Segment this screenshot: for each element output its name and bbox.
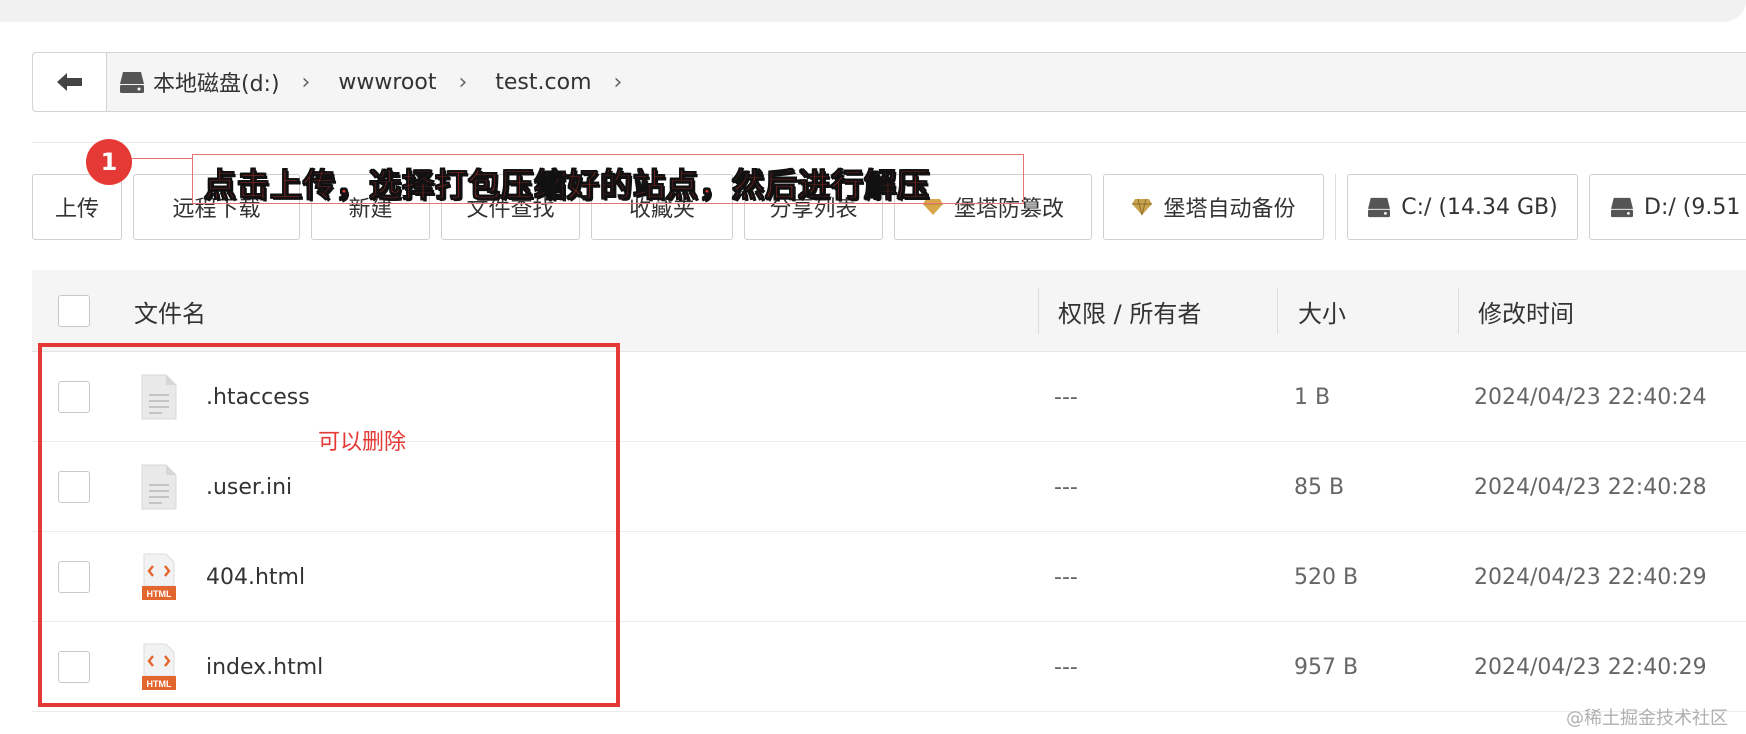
disk-d-label: D:/ (9.51 (1644, 194, 1741, 220)
breadcrumb-bar: 本地磁盘(d:) › wwwroot › test.com › (32, 52, 1746, 112)
file-modified: 2024/04/23 22:40:28 (1474, 474, 1707, 500)
select-all-checkbox[interactable] (58, 295, 90, 327)
annotation-note: 可以删除 (318, 430, 407, 455)
upload-button-label: 上传 (54, 197, 99, 222)
column-separator (1277, 288, 1278, 334)
column-header-permission[interactable]: 权限 / 所有者 (1058, 270, 1201, 352)
breadcrumb-label-test-com: test.com (495, 69, 592, 95)
divider (32, 142, 1746, 143)
file-size: 520 B (1294, 564, 1359, 590)
disk-c-button[interactable]: C:/ (14.34 GB) (1347, 174, 1578, 240)
diamond-icon (1131, 198, 1153, 216)
file-permission[interactable]: --- (1054, 442, 1078, 532)
breadcrumb-item-disk[interactable]: 本地磁盘(d:) (119, 66, 280, 98)
file-modified: 2024/04/23 22:40:24 (1474, 384, 1707, 410)
arrow-left-icon (56, 73, 82, 91)
toolbar-separator (1335, 174, 1336, 240)
column-separator (1038, 288, 1039, 334)
breadcrumb: 本地磁盘(d:) › wwwroot › test.com › (107, 66, 650, 98)
auto-backup-label: 堡塔自动备份 (1163, 197, 1296, 222)
top-strip (0, 0, 1746, 22)
file-size: 85 B (1294, 474, 1345, 500)
breadcrumb-label-wwwroot: wwwroot (338, 69, 437, 95)
file-size: 1 B (1294, 384, 1331, 410)
annotation-connector (130, 158, 192, 159)
column-header-modified[interactable]: 修改时间 (1478, 270, 1574, 352)
annotation-text: 点击上传，选择打包压缩好的站点，然后进行解压 (203, 166, 931, 205)
back-button[interactable] (33, 53, 107, 111)
file-modified: 2024/04/23 22:40:29 (1474, 654, 1707, 680)
breadcrumb-separator: › (613, 69, 623, 95)
file-permission[interactable]: --- (1054, 352, 1078, 442)
highlight-box (38, 343, 620, 707)
column-header-size[interactable]: 大小 (1298, 270, 1346, 352)
file-modified: 2024/04/23 22:40:29 (1474, 564, 1707, 590)
auto-backup-button[interactable]: 堡塔自动备份 (1103, 174, 1324, 240)
file-permission[interactable]: --- (1054, 532, 1078, 622)
breadcrumb-separator: › (301, 69, 311, 95)
file-size: 957 B (1294, 654, 1359, 680)
breadcrumb-label-disk: 本地磁盘(d:) (153, 72, 280, 97)
breadcrumb-separator: › (458, 69, 468, 95)
breadcrumb-item-wwwroot[interactable]: wwwroot (338, 70, 436, 95)
disk-c-label: C:/ (14.34 GB) (1401, 194, 1558, 220)
select-all-cell (58, 270, 90, 352)
disk-d-button[interactable]: D:/ (9.51 (1589, 174, 1746, 240)
hard-drive-icon (120, 72, 144, 93)
column-header-name[interactable]: 文件名 (134, 270, 206, 352)
file-permission[interactable]: --- (1054, 622, 1078, 712)
annotation-step-badge: 1 (86, 139, 132, 185)
watermark: @稀土掘金技术社区 (1566, 708, 1728, 729)
table-header: 文件名 权限 / 所有者 大小 修改时间 (32, 270, 1746, 352)
column-separator (1458, 288, 1459, 334)
hard-drive-icon (1610, 196, 1634, 218)
hard-drive-icon (1367, 196, 1391, 218)
breadcrumb-item-test-com[interactable]: test.com (495, 70, 591, 95)
